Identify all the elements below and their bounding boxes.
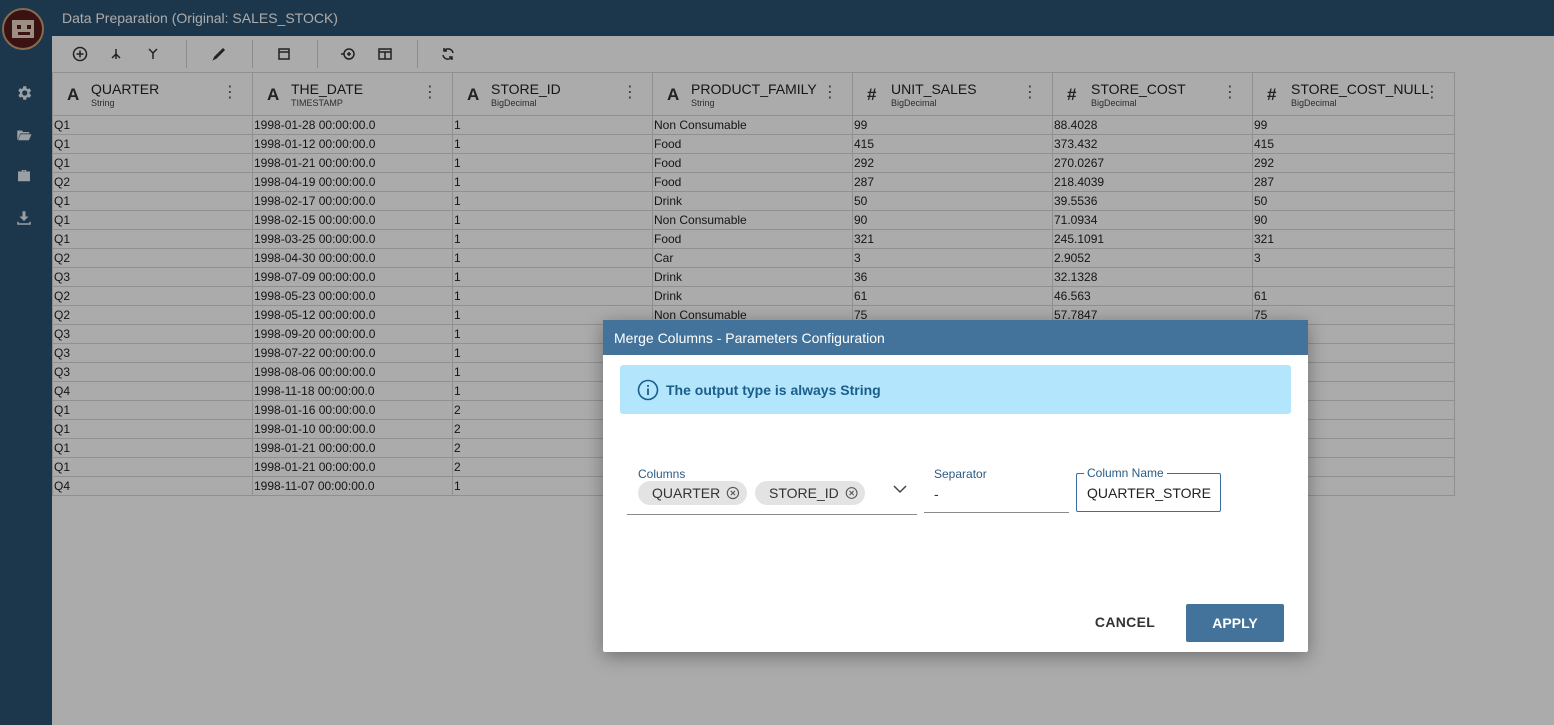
column-chip-store-id[interactable]: STORE_ID bbox=[755, 481, 865, 505]
info-text: The output type is always String bbox=[666, 382, 881, 398]
info-banner: The output type is always String bbox=[620, 365, 1291, 414]
column-chip-quarter[interactable]: QUARTER bbox=[638, 481, 747, 505]
chip-label: QUARTER bbox=[652, 485, 721, 501]
columns-label: Columns bbox=[638, 467, 686, 481]
columns-select[interactable]: Columns QUARTER STORE_ID bbox=[627, 466, 917, 515]
column-name-label: Column Name bbox=[1084, 466, 1167, 480]
remove-chip-icon[interactable] bbox=[726, 485, 740, 501]
dialog-header: Merge Columns - Parameters Configuration bbox=[603, 320, 1308, 355]
info-icon bbox=[637, 379, 659, 401]
chip-label: STORE_ID bbox=[769, 485, 839, 501]
merge-columns-dialog: Merge Columns - Parameters Configuration… bbox=[603, 320, 1308, 652]
app-root: Data Preparation (Original: SALES_STOCK) bbox=[0, 0, 1554, 725]
separator-label: Separator bbox=[934, 467, 987, 481]
cancel-button[interactable]: CANCEL bbox=[1085, 604, 1165, 640]
column-name-field: Column Name bbox=[1076, 466, 1221, 512]
apply-button[interactable]: APPLY bbox=[1186, 604, 1284, 642]
column-name-input[interactable] bbox=[1087, 484, 1212, 502]
dialog-title: Merge Columns - Parameters Configuration bbox=[614, 330, 885, 346]
separator-field: Separator bbox=[924, 466, 1069, 513]
chevron-down-icon[interactable] bbox=[891, 480, 909, 498]
separator-input[interactable] bbox=[934, 484, 1059, 504]
remove-chip-icon[interactable] bbox=[845, 485, 858, 501]
